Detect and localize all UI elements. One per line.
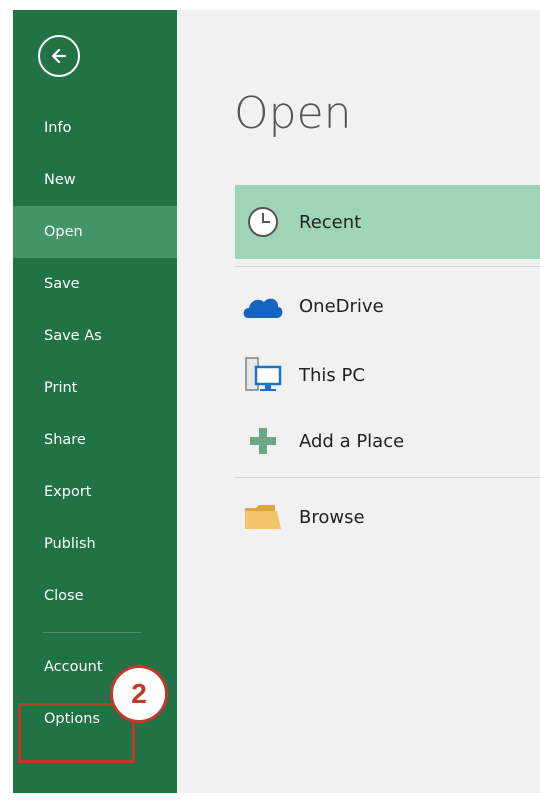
back-arrow-icon <box>51 48 67 64</box>
location-onedrive[interactable]: OneDrive <box>235 269 540 343</box>
nav-item-info[interactable]: Info <box>13 102 177 154</box>
divider <box>235 477 540 478</box>
step-badge: 2 <box>110 665 168 723</box>
open-panel: Open Recent OneDrive This PC Add a Place… <box>177 10 540 793</box>
nav-item-new[interactable]: New <box>13 154 177 206</box>
backstage-window: Info New Open Save Save As Print Share E… <box>13 10 540 793</box>
location-label: This PC <box>299 364 365 386</box>
page-title: Open <box>234 88 352 139</box>
computer-icon <box>235 355 291 395</box>
backstage-nav: Info New Open Save Save As Print Share E… <box>13 102 177 745</box>
divider <box>235 266 540 267</box>
clock-icon <box>235 205 291 239</box>
nav-item-save[interactable]: Save <box>13 258 177 310</box>
folder-icon <box>235 502 291 532</box>
location-this-pc[interactable]: This PC <box>235 338 540 412</box>
nav-item-export[interactable]: Export <box>13 466 177 518</box>
location-browse[interactable]: Browse <box>235 480 540 554</box>
location-recent[interactable]: Recent <box>235 185 540 259</box>
nav-item-publish[interactable]: Publish <box>13 518 177 570</box>
nav-item-share[interactable]: Share <box>13 414 177 466</box>
nav-item-open[interactable]: Open <box>13 206 177 258</box>
location-label: Recent <box>299 211 362 233</box>
plus-icon <box>235 426 291 456</box>
location-add-place[interactable]: Add a Place <box>235 404 540 478</box>
nav-item-close[interactable]: Close <box>13 570 177 622</box>
back-button[interactable] <box>38 35 80 77</box>
nav-divider <box>43 632 141 633</box>
location-label: OneDrive <box>299 295 384 317</box>
nav-item-print[interactable]: Print <box>13 362 177 414</box>
location-label: Browse <box>299 506 365 528</box>
cloud-icon <box>235 292 291 320</box>
nav-item-save-as[interactable]: Save As <box>13 310 177 362</box>
location-label: Add a Place <box>299 430 405 452</box>
